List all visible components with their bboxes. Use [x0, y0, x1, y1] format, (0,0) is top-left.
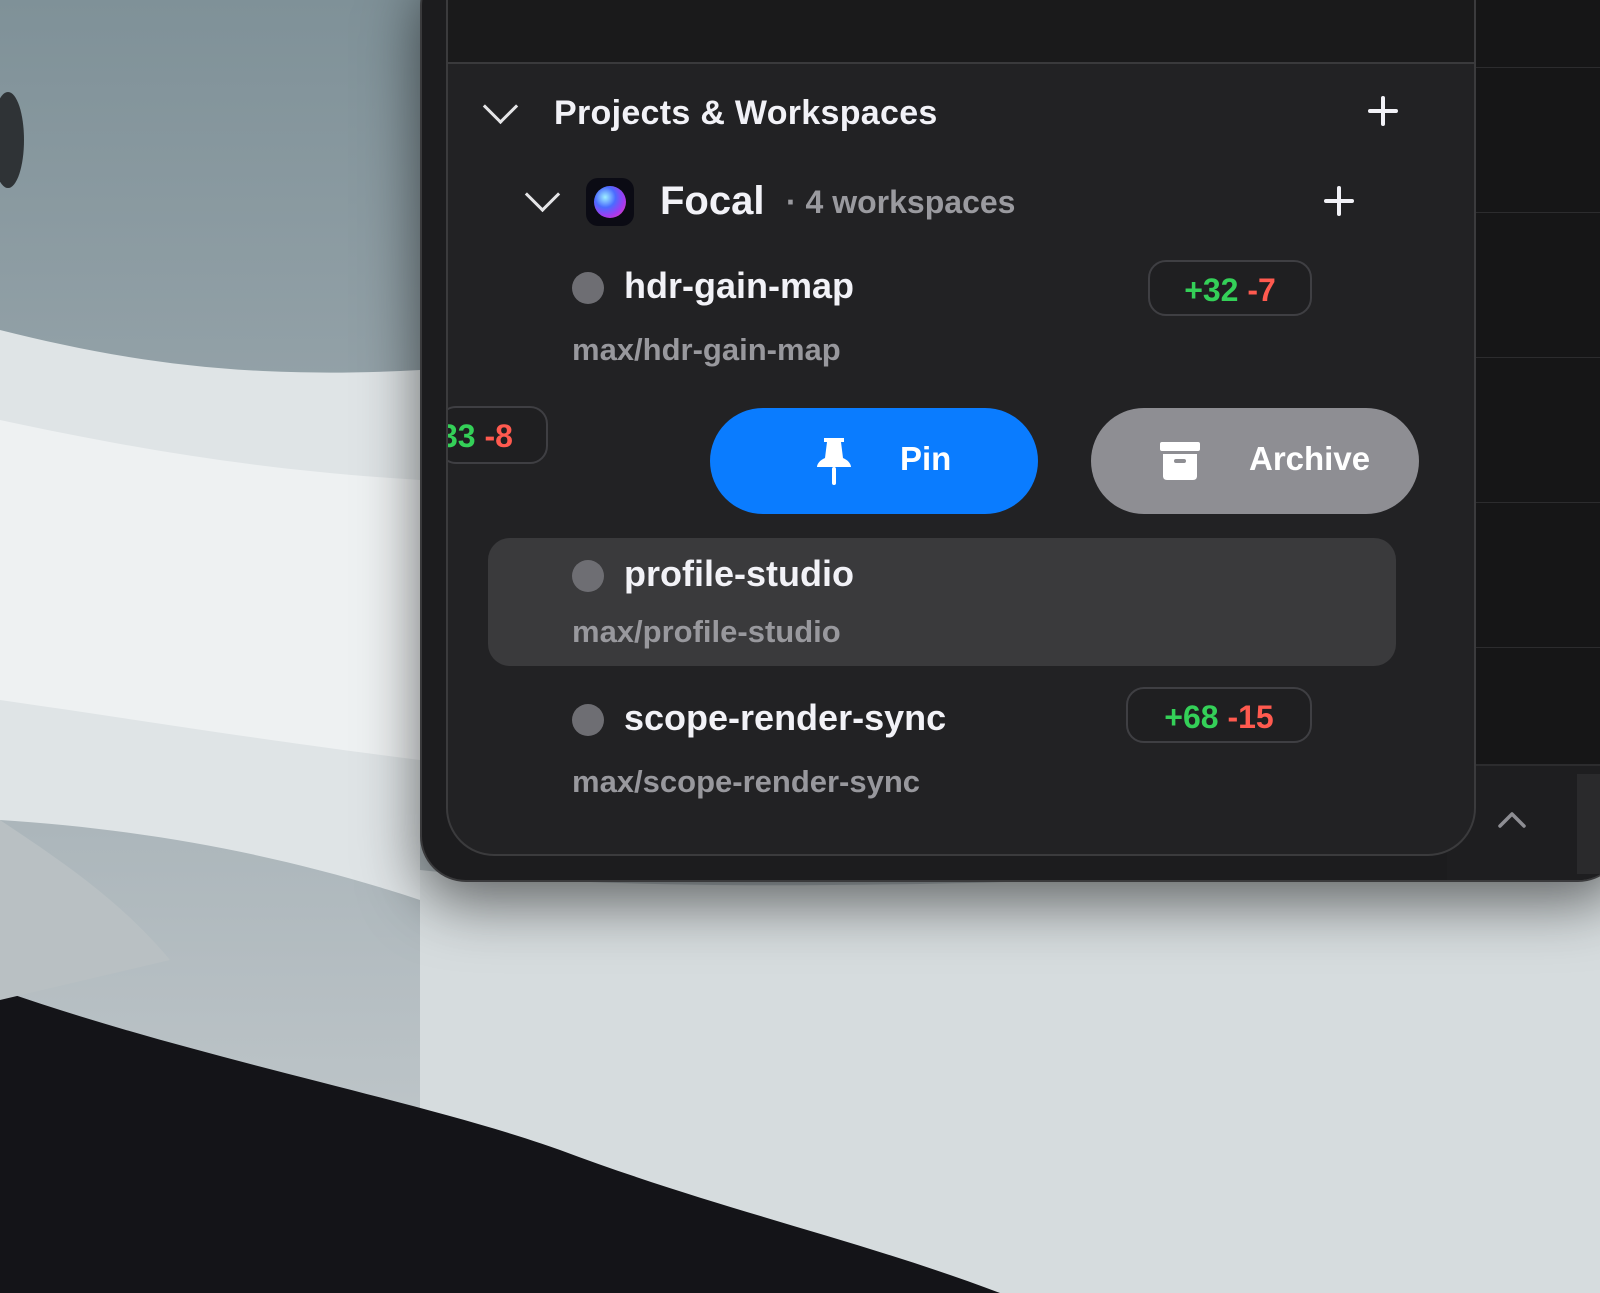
- project-name: Focal: [660, 179, 765, 223]
- archive-button[interactable]: Archive: [1091, 408, 1419, 514]
- pin-button[interactable]: Pin: [710, 408, 1038, 514]
- workspace-status-dot: [572, 560, 604, 592]
- chevron-up-icon[interactable]: [1492, 800, 1532, 840]
- pin-icon: [817, 438, 851, 485]
- archive-label: Archive: [1249, 440, 1371, 477]
- additions-count: +32: [1184, 272, 1239, 308]
- workspace-status-dot: [572, 272, 604, 304]
- deletions-count: -15: [1227, 699, 1274, 735]
- bottom-tab[interactable]: [1577, 774, 1600, 874]
- workspace-status-dot: [572, 704, 604, 736]
- section-header[interactable]: Projects & Workspaces: [478, 88, 1444, 134]
- archive-box-icon: [1160, 442, 1200, 480]
- diff-stat-badge: +68 -15: [1126, 687, 1312, 743]
- project-workspace-count: · 4 workspaces: [786, 184, 1016, 220]
- additions-count: 33: [448, 418, 476, 454]
- additions-count: +68: [1164, 699, 1219, 735]
- sidebar-toolbar: [448, 0, 1474, 64]
- add-project-plus-icon[interactable]: [1368, 96, 1398, 126]
- workspace-name: scope-render-sync: [624, 697, 947, 738]
- workspace-name: hdr-gain-map: [624, 265, 854, 306]
- chevron-down-icon[interactable]: [524, 176, 561, 213]
- pin-label: Pin: [900, 440, 952, 477]
- workspace-item-selected[interactable]: profile-studio max/profile-studio: [488, 538, 1396, 666]
- deletions-count: -7: [1247, 272, 1276, 308]
- swiped-row-diff-badge: 33 -8: [448, 406, 548, 464]
- workspace-branch: max/hdr-gain-map: [572, 332, 841, 367]
- project-row[interactable]: Focal · 4 workspaces: [448, 176, 1474, 228]
- project-logo-icon: [586, 178, 634, 226]
- add-workspace-plus-icon[interactable]: [1324, 186, 1354, 216]
- deletions-count: -8: [484, 418, 513, 454]
- chevron-down-icon[interactable]: [482, 88, 519, 125]
- section-title: Projects & Workspaces: [554, 94, 938, 132]
- workspace-branch: max/scope-render-sync: [572, 764, 921, 799]
- workspace-branch: max/profile-studio: [572, 614, 841, 649]
- diff-stat-badge: +32 -7: [1148, 260, 1312, 316]
- workspaces-sidebar: Projects & Workspaces Focal · 4 workspac…: [446, 0, 1476, 856]
- workspace-name: profile-studio: [624, 553, 854, 594]
